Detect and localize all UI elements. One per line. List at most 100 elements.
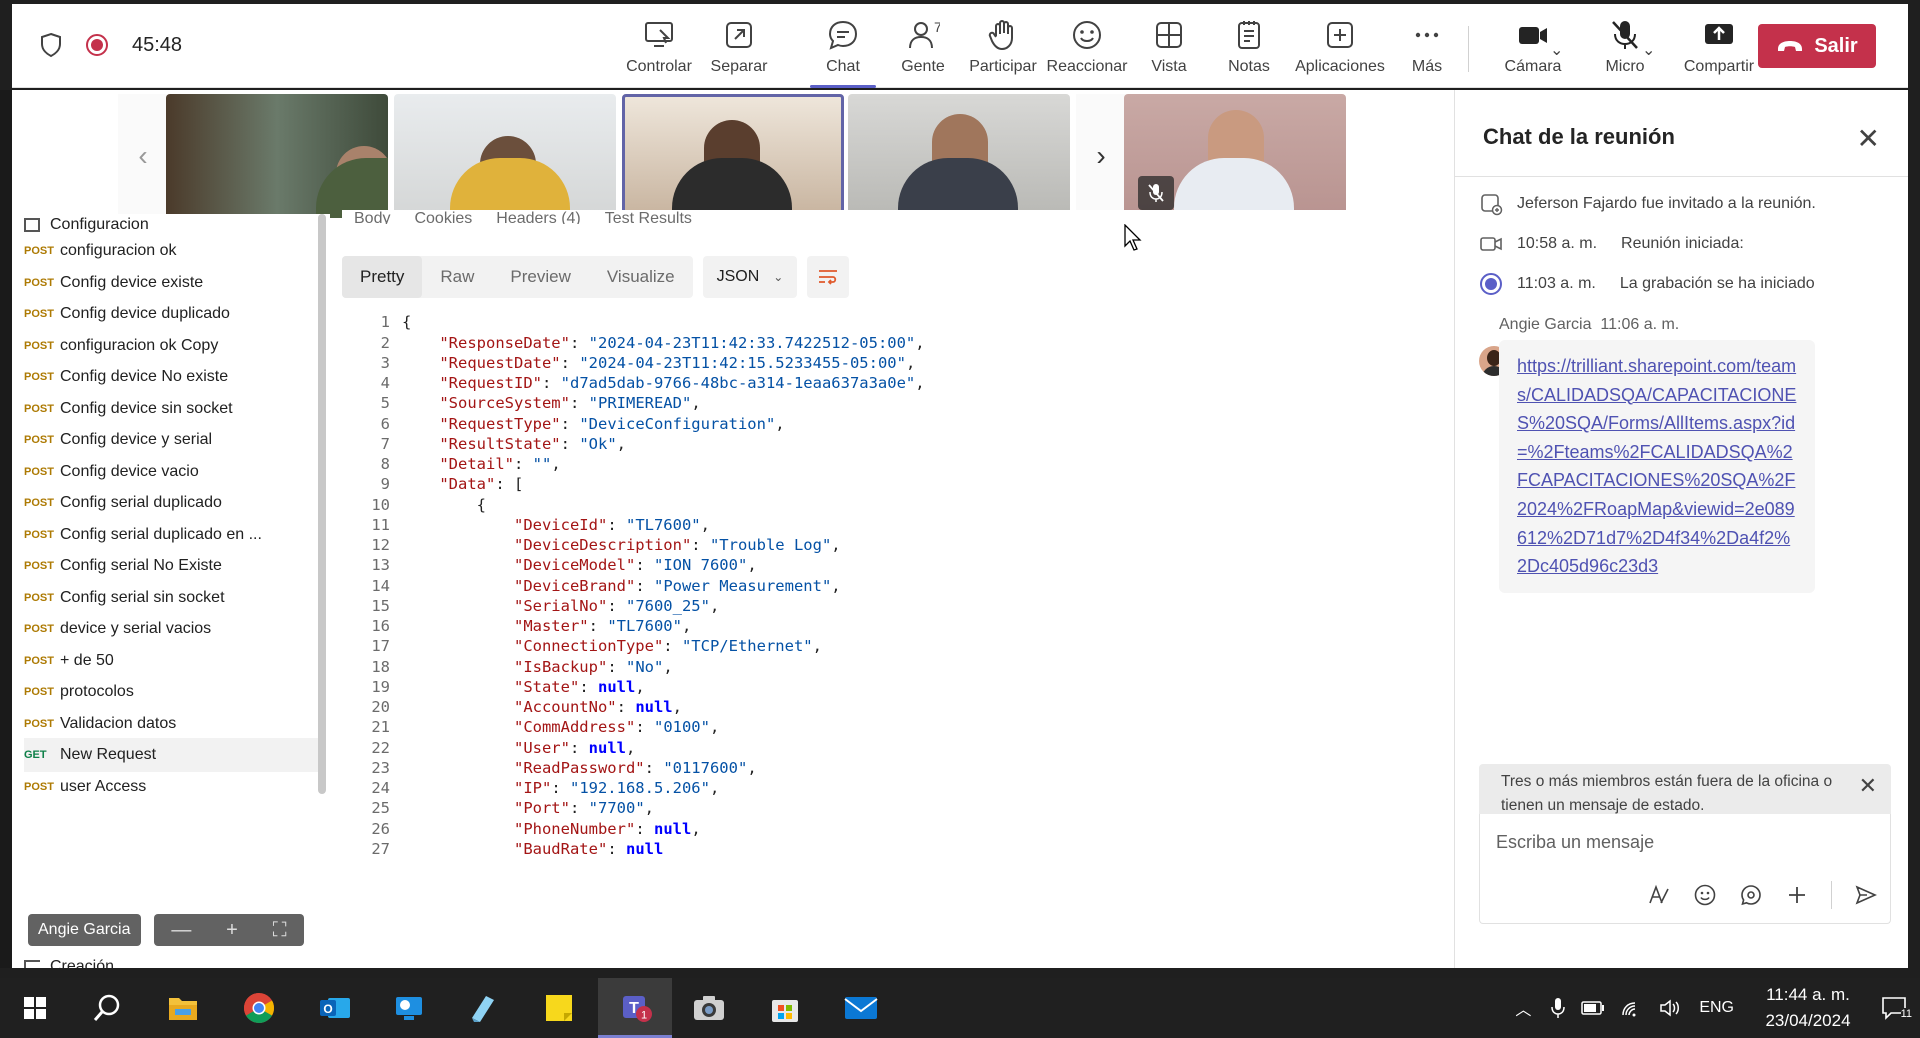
request-item[interactable]: POST Config device sin socket <box>24 392 324 426</box>
view-raw[interactable]: Raw <box>422 256 492 298</box>
view-button[interactable]: Vista <box>1124 18 1214 76</box>
video-tile[interactable] <box>394 94 616 218</box>
popout-button[interactable]: Separar <box>694 18 784 76</box>
wrap-lines-button[interactable] <box>807 256 850 298</box>
mic-button[interactable]: Micro <box>1580 18 1670 76</box>
sidebar-scrollbar[interactable] <box>318 214 326 794</box>
view-preview[interactable]: Preview <box>492 256 588 298</box>
search-button[interactable] <box>84 986 130 1030</box>
apps-button[interactable]: Aplicaciones <box>1290 18 1390 76</box>
clock[interactable]: 11:44 a. m. 23/04/2024 <box>1748 982 1868 1034</box>
video-tile[interactable] <box>848 94 1070 218</box>
line-number: 16 <box>371 617 390 636</box>
format-select[interactable]: JSON ⌄ <box>702 256 798 298</box>
svg-text:7: 7 <box>934 19 940 35</box>
request-item[interactable]: POST Config device existe <box>24 266 324 300</box>
request-item[interactable]: GET New Request <box>24 738 324 772</box>
popout-icon <box>726 22 752 48</box>
close-icon[interactable]: ✕ <box>1857 122 1880 155</box>
wifi-icon[interactable] <box>1621 998 1645 1018</box>
chevron-up-icon[interactable]: ︿ <box>1515 996 1531 1020</box>
volume-icon[interactable] <box>1659 998 1683 1018</box>
tab-test-results[interactable]: Test Results <box>605 210 692 224</box>
request-item[interactable]: POST Config device vacio <box>24 455 324 489</box>
taskbar: O T1 ︿ ENG 11:44 a. m. 23/04/2024 11 <box>0 978 1920 1038</box>
send-icon[interactable] <box>1854 883 1878 907</box>
teams-icon[interactable]: T1 <box>598 978 672 1038</box>
language-indicator[interactable]: ENG <box>1699 999 1734 1017</box>
view-pretty[interactable]: Pretty <box>342 256 423 298</box>
prev-video-button[interactable]: ‹ <box>118 94 168 218</box>
fullscreen-icon[interactable]: ⛶ <box>273 919 287 942</box>
notes-icon <box>1238 21 1260 49</box>
people-button[interactable]: 7 Gente <box>878 18 968 76</box>
add-icon[interactable] <box>1785 883 1809 907</box>
tab-body[interactable]: Body <box>354 210 390 224</box>
tab-headers[interactable]: Headers (4) <box>496 210 580 224</box>
video-tile-active[interactable] <box>622 94 844 218</box>
request-item[interactable]: POST Validacion datos <box>24 707 324 741</box>
control-button[interactable]: Controlar <box>614 18 704 76</box>
request-item[interactable]: POST configuracion ok Copy <box>24 329 324 363</box>
request-item[interactable]: POST configuracion ok <box>24 234 324 268</box>
file-explorer-icon[interactable] <box>160 986 206 1030</box>
close-icon[interactable]: ✕ <box>1859 774 1877 798</box>
start-button[interactable] <box>12 986 58 1030</box>
request-item[interactable]: POST Config serial duplicado en ... <box>24 518 324 552</box>
camera-button[interactable]: Cámara <box>1488 18 1578 76</box>
tab-cookies[interactable]: Cookies <box>414 210 472 224</box>
more-button[interactable]: Más <box>1382 18 1472 76</box>
request-method: POST <box>24 465 54 478</box>
format-icon[interactable] <box>1647 883 1671 907</box>
share-button[interactable]: Compartir <box>1674 18 1764 76</box>
code-line: 27 "BaudRate": null <box>342 837 1442 862</box>
outlook-icon[interactable]: O <box>312 986 358 1030</box>
apps-plus-icon <box>1327 22 1353 48</box>
folder-item[interactable]: Creación <box>24 950 324 968</box>
notifications-button[interactable]: 11 <box>1868 978 1920 1038</box>
battery-icon[interactable] <box>1581 1001 1605 1015</box>
request-item[interactable]: POST Config serial No Existe <box>24 549 324 583</box>
message-link[interactable]: https://trilliant.sharepoint.com/teams/C… <box>1499 340 1815 593</box>
mic-options-chevron-icon[interactable]: ⌄ <box>1642 40 1655 60</box>
request-item[interactable]: POST Config device No existe <box>24 360 324 394</box>
emoji-icon[interactable] <box>1693 883 1717 907</box>
notes-button[interactable]: Notas <box>1204 18 1294 76</box>
leave-button[interactable]: Salir <box>1758 24 1876 68</box>
request-item[interactable]: POST device y serial vacios <box>24 612 324 646</box>
request-item[interactable]: POST Config serial duplicado <box>24 486 324 520</box>
request-name: Config device existe <box>60 273 204 291</box>
react-button[interactable]: Reaccionar <box>1042 18 1132 76</box>
zoom-out-button[interactable]: — <box>171 919 191 942</box>
next-video-button[interactable]: › <box>1076 94 1126 218</box>
video-tile[interactable] <box>166 94 388 218</box>
store-icon[interactable] <box>762 986 808 1030</box>
notepad-icon[interactable] <box>460 986 506 1030</box>
camera-options-chevron-icon[interactable]: ⌄ <box>1550 40 1563 60</box>
chat-button[interactable]: Chat <box>798 18 888 88</box>
loop-icon[interactable] <box>1739 883 1763 907</box>
chevron-left-icon: ‹ <box>138 140 148 171</box>
request-item[interactable]: POST Config device duplicado <box>24 297 324 331</box>
request-item[interactable]: POST protocolos <box>24 675 324 709</box>
zoom-in-button[interactable]: + <box>226 919 238 942</box>
sticky-notes-icon[interactable] <box>536 986 582 1030</box>
chrome-icon[interactable] <box>236 986 282 1030</box>
video-tile[interactable] <box>1124 94 1346 218</box>
line-number: 6 <box>380 414 390 433</box>
share-icon <box>1705 24 1733 44</box>
compose-box[interactable]: Escriba un mensaje <box>1479 814 1891 924</box>
request-item[interactable]: POST + de 50 <box>24 644 324 678</box>
request-item[interactable]: POST Config device y serial <box>24 423 324 457</box>
camera-app-icon[interactable] <box>686 986 732 1030</box>
participant-body <box>898 158 1018 218</box>
request-item[interactable]: POST user Access <box>24 770 324 804</box>
folder-icon <box>24 218 40 232</box>
view-visualize[interactable]: Visualize <box>589 256 693 298</box>
mail-icon[interactable] <box>838 986 884 1030</box>
message-input[interactable]: Escriba un mensaje <box>1496 832 1654 853</box>
remote-desktop-icon[interactable] <box>386 986 432 1030</box>
request-item[interactable]: POST Config serial sin socket <box>24 581 324 615</box>
raise-hand-button[interactable]: Participar <box>958 18 1048 76</box>
microphone-icon[interactable] <box>1551 997 1566 1019</box>
